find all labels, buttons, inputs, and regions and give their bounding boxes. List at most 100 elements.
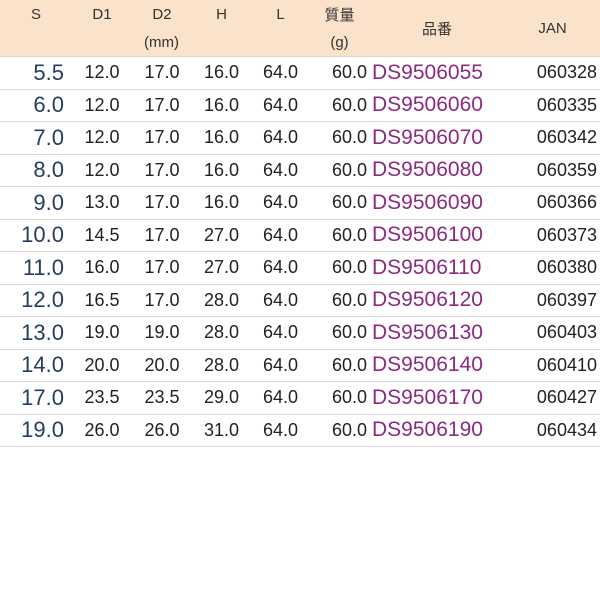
cell-jan: 060380 xyxy=(536,257,597,278)
table-header: S D1 D2 H L 質量 品番 JAN (mm) (g) xyxy=(0,0,600,57)
header-blank xyxy=(0,28,72,57)
cell-h: 28.0 xyxy=(203,322,240,343)
header-unit-mm: (mm) xyxy=(144,33,179,51)
cell-size: 5.5 xyxy=(33,59,64,85)
header-blank xyxy=(251,28,310,57)
cell-size: 10.0 xyxy=(21,222,64,248)
cell-size: 14.0 xyxy=(21,352,64,378)
header-weight: 質量 xyxy=(324,6,355,24)
cell-h: 28.0 xyxy=(203,289,240,310)
cell-part-number: DS9506080 xyxy=(372,158,483,182)
cell-size: 6.0 xyxy=(33,92,64,118)
cell-l: 64.0 xyxy=(262,159,299,180)
cell-d1: 14.5 xyxy=(84,224,120,245)
table-row: 5.5 12.0 17.0 16.0 64.0 60.0 DS9506055 060328 xyxy=(0,57,600,89)
cell-weight: 60.0 xyxy=(331,354,367,375)
cell-weight: 60.0 xyxy=(331,257,367,278)
cell-h: 29.0 xyxy=(203,387,240,408)
header-l: L xyxy=(276,5,285,23)
cell-d2: 20.0 xyxy=(144,354,180,375)
cell-d1: 19.0 xyxy=(84,322,120,343)
cell-l: 64.0 xyxy=(262,127,299,148)
cell-h: 16.0 xyxy=(203,159,240,180)
header-part-number: 品番 xyxy=(421,20,452,38)
cell-d2: 17.0 xyxy=(144,224,180,245)
cell-h: 27.0 xyxy=(203,224,240,245)
cell-jan: 060427 xyxy=(536,387,597,408)
cell-part-number: DS9506170 xyxy=(372,385,483,409)
table-row: 8.0 12.0 17.0 16.0 64.0 60.0 DS9506080 060359 xyxy=(0,154,600,187)
cell-d1: 20.0 xyxy=(84,354,120,375)
cell-d1: 13.0 xyxy=(84,192,120,213)
cell-d2: 19.0 xyxy=(144,322,180,343)
table-row: 11.0 16.0 17.0 27.0 64.0 60.0 DS9506110 060380 xyxy=(0,252,600,284)
cell-l: 64.0 xyxy=(262,322,299,343)
spec-table: S D1 D2 H L 質量 品番 JAN (mm) (g) 5.5 12.0 17… xyxy=(0,0,600,447)
cell-part-number: DS9506100 xyxy=(372,223,483,247)
cell-size: 7.0 xyxy=(33,124,64,150)
cell-d1: 26.0 xyxy=(84,419,120,440)
cell-jan: 060328 xyxy=(536,62,597,83)
cell-size: 13.0 xyxy=(21,319,64,345)
cell-d1: 16.5 xyxy=(84,289,120,310)
cell-d1: 16.0 xyxy=(84,257,120,278)
cell-jan: 060403 xyxy=(536,322,597,343)
cell-jan: 060335 xyxy=(536,94,597,115)
cell-part-number: DS9506110 xyxy=(372,255,482,279)
cell-size: 17.0 xyxy=(21,384,64,410)
cell-weight: 60.0 xyxy=(331,159,367,180)
cell-weight: 60.0 xyxy=(331,322,367,343)
cell-size: 8.0 xyxy=(33,157,64,183)
cell-l: 64.0 xyxy=(262,224,299,245)
cell-jan: 060373 xyxy=(536,224,597,245)
cell-l: 64.0 xyxy=(262,419,299,440)
cell-part-number: DS9506130 xyxy=(372,320,483,344)
table-body: 5.5 12.0 17.0 16.0 64.0 60.0 DS9506055 060328 6.… xyxy=(0,57,600,447)
header-s: S xyxy=(30,5,41,23)
cell-part-number: DS9506090 xyxy=(372,190,483,214)
cell-weight: 60.0 xyxy=(331,419,367,440)
cell-h: 27.0 xyxy=(203,257,240,278)
cell-l: 64.0 xyxy=(262,354,299,375)
header-d1: D1 xyxy=(92,5,112,23)
table-row: 10.0 14.5 17.0 27.0 64.0 60.0 DS9506100 060373 xyxy=(0,219,600,252)
cell-l: 64.0 xyxy=(262,192,299,213)
cell-d2: 17.0 xyxy=(144,127,180,148)
cell-jan: 060342 xyxy=(536,127,597,148)
cell-h: 28.0 xyxy=(203,354,240,375)
table-row: 6.0 12.0 17.0 16.0 64.0 60.0 DS9506060 060335 xyxy=(0,89,600,122)
cell-weight: 60.0 xyxy=(331,289,367,310)
cell-d2: 17.0 xyxy=(144,192,180,213)
cell-h: 31.0 xyxy=(203,419,240,440)
cell-d1: 12.0 xyxy=(84,62,120,83)
cell-d2: 17.0 xyxy=(144,62,180,83)
table-row: 7.0 12.0 17.0 16.0 64.0 60.0 DS9506070 060342 xyxy=(0,122,600,154)
cell-weight: 60.0 xyxy=(331,387,367,408)
table-row: 14.0 20.0 20.0 28.0 64.0 60.0 DS9506140 060410 xyxy=(0,349,600,382)
cell-part-number: DS9506055 xyxy=(372,60,483,84)
cell-l: 64.0 xyxy=(262,387,299,408)
cell-l: 64.0 xyxy=(262,289,299,310)
table-row: 17.0 23.5 23.5 29.0 64.0 60.0 DS9506170 060427 xyxy=(0,382,600,414)
cell-l: 64.0 xyxy=(262,94,299,115)
cell-weight: 60.0 xyxy=(331,127,367,148)
cell-h: 16.0 xyxy=(203,192,240,213)
cell-weight: 60.0 xyxy=(331,192,367,213)
cell-size: 9.0 xyxy=(33,189,64,215)
cell-weight: 60.0 xyxy=(331,224,367,245)
cell-d1: 23.5 xyxy=(84,387,120,408)
cell-jan: 060434 xyxy=(536,419,597,440)
header-h: H xyxy=(216,5,227,23)
cell-weight: 60.0 xyxy=(331,62,367,83)
cell-d1: 12.0 xyxy=(84,127,120,148)
cell-d1: 12.0 xyxy=(84,159,120,180)
table-row: 19.0 26.0 26.0 31.0 64.0 60.0 DS9506190 060434 xyxy=(0,414,600,447)
cell-d1: 12.0 xyxy=(84,94,120,115)
cell-l: 64.0 xyxy=(262,257,299,278)
cell-d2: 17.0 xyxy=(144,289,180,310)
cell-weight: 60.0 xyxy=(331,94,367,115)
header-unit-g: (g) xyxy=(330,33,349,51)
cell-d2: 17.0 xyxy=(144,159,180,180)
cell-jan: 060410 xyxy=(536,354,597,375)
cell-part-number: DS9506140 xyxy=(372,353,483,377)
